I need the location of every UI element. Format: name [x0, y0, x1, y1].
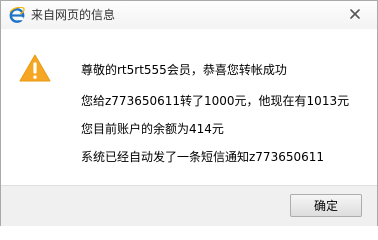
message-line-2: 您给z773650611转了1000元，他现在有1013元 — [81, 94, 350, 108]
message-line-3: 您目前账户的余额为414元 — [81, 122, 224, 136]
ie-browser-icon — [9, 7, 25, 23]
warning-triangle-icon — [19, 54, 51, 82]
title-bar: 来自网页的信息 — [1, 1, 377, 29]
close-icon[interactable] — [347, 6, 363, 22]
message-dialog: 来自网页的信息 尊敬的rt5rt555会员，恭喜您转帐成功 您给z7736506… — [0, 0, 378, 226]
message-line-1: 尊敬的rt5rt555会员，恭喜您转帐成功 — [81, 63, 287, 77]
dialog-body: 尊敬的rt5rt555会员，恭喜您转帐成功 您给z773650611转了1000… — [1, 29, 377, 185]
ok-button[interactable]: 确定 — [290, 194, 362, 217]
dialog-footer: 确定 — [1, 185, 377, 226]
dialog-title: 来自网页的信息 — [31, 8, 116, 22]
message-line-4: 系统已经自动发了一条短信通知z773650611 — [81, 150, 325, 164]
